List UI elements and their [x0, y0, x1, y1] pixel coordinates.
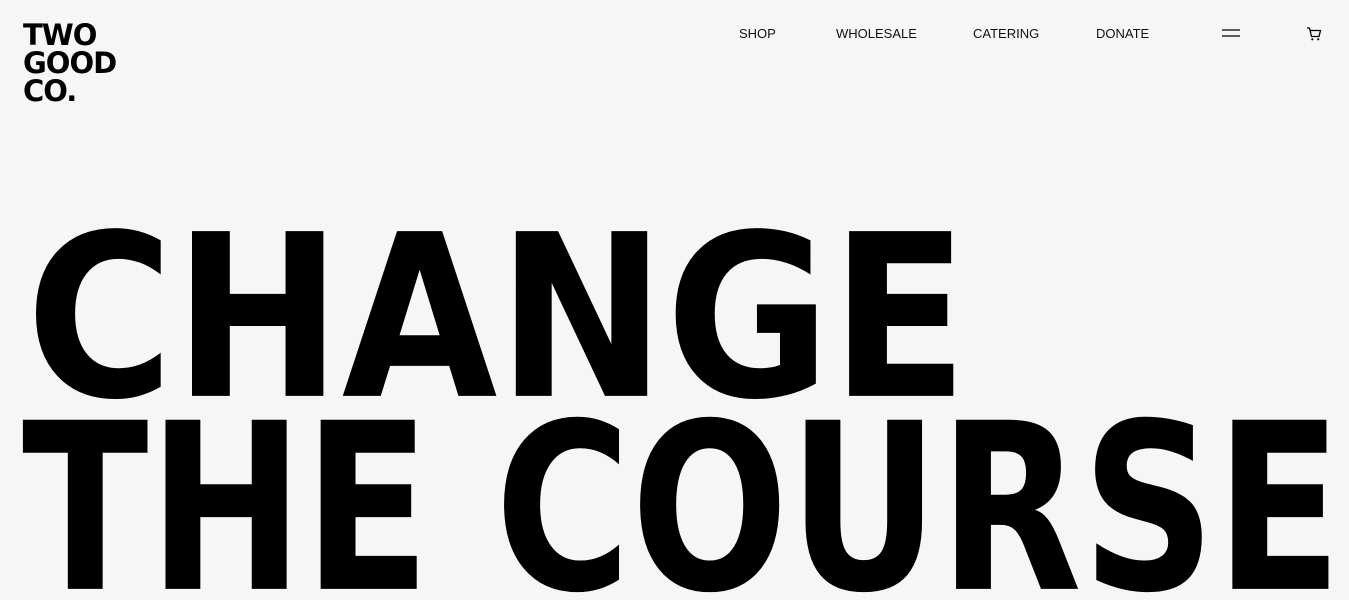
hero-heading-line-1: CHANGE — [26, 186, 968, 451]
nav-link-wholesale[interactable]: WHOLESALE — [836, 26, 917, 42]
nav-link-catering[interactable]: CATERING — [973, 26, 1039, 42]
main-nav: SHOP WHOLESALE CATERING DONATE — [0, 26, 1349, 42]
nav-link-donate[interactable]: DONATE — [1096, 26, 1149, 42]
shopping-cart-icon — [1307, 27, 1322, 41]
hero-section: CHANGE THE COURSE — [0, 0, 1349, 600]
nav-link-shop[interactable]: SHOP — [739, 26, 776, 42]
hamburger-menu-icon — [1222, 29, 1240, 37]
cart-button[interactable] — [1305, 25, 1323, 43]
logo-line-3: CO. — [23, 74, 77, 108]
menu-button[interactable] — [1221, 27, 1241, 39]
logo-line-2: GOOD — [23, 46, 117, 80]
hero-heading-line-2: THE COURSE — [22, 374, 1342, 600]
